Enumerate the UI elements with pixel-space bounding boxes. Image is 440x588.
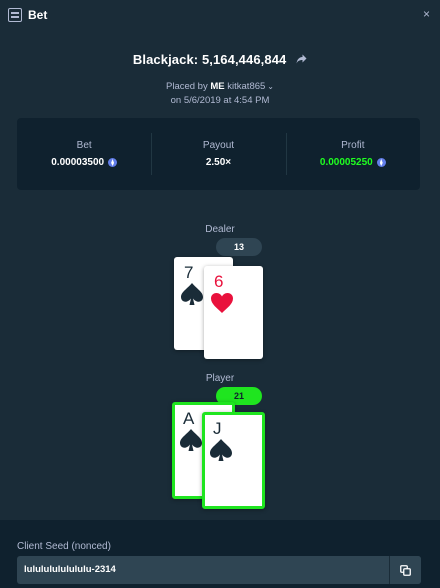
placed-by-prefix: Placed by xyxy=(166,81,208,92)
share-arrow-icon[interactable] xyxy=(296,54,307,67)
profit-value: 0.00005250 xyxy=(319,157,373,168)
card-rank: J xyxy=(213,419,222,438)
modal-header: Bet × xyxy=(0,0,440,30)
stat-bet: Bet 0.00003500 xyxy=(17,131,151,177)
card-rank: A xyxy=(183,409,195,428)
client-seed-value[interactable]: lulululululululu-2314 xyxy=(24,564,116,575)
placed-by: Placed by ME kitkat865 ⌄ xyxy=(0,81,440,92)
bet-value-row: 0.00003500 xyxy=(17,157,151,168)
player-label: Player xyxy=(205,373,235,384)
bet-label: Bet xyxy=(76,140,92,151)
copy-icon xyxy=(400,564,411,576)
chevron-down-icon[interactable]: ⌄ xyxy=(267,82,274,91)
card-rank: 7 xyxy=(184,263,194,282)
eth-coin-icon xyxy=(108,158,118,167)
heart-icon xyxy=(211,293,233,313)
profit-label: Profit xyxy=(341,140,365,151)
player-card-2: J xyxy=(202,412,265,509)
spade-icon xyxy=(180,429,202,451)
bet-stats-panel: Bet 0.00003500 Payout 2.50× Profit 0.000… xyxy=(17,118,420,190)
eth-coin-icon xyxy=(376,158,386,167)
client-seed-field[interactable]: lulululululululu-2314 xyxy=(17,556,421,584)
bet-date: on 5/6/2019 at 4:54 PM xyxy=(170,95,270,106)
spade-icon xyxy=(181,283,203,305)
placed-by-user[interactable]: kitkat865 xyxy=(227,81,265,92)
payout-value: 2.50× xyxy=(205,157,232,168)
dealer-card-2: 6 xyxy=(204,266,263,359)
bet-value: 0.00003500 xyxy=(51,157,105,168)
spade-icon xyxy=(210,439,232,461)
dealer-score-badge: 13 xyxy=(216,238,262,256)
client-seed-label: Client Seed (nonced) xyxy=(17,541,111,552)
game-title-row: Blackjack: 5,164,446,844 xyxy=(0,52,440,67)
close-button[interactable]: × xyxy=(423,7,430,21)
seed-footer: Client Seed (nonced) lulululululululu-23… xyxy=(0,520,440,588)
copy-button[interactable] xyxy=(389,556,421,584)
game-title: Blackjack: 5,164,446,844 xyxy=(132,52,287,67)
stat-profit: Profit 0.00005250 xyxy=(285,131,420,177)
modal-title: Bet xyxy=(28,8,48,22)
dealer-label: Dealer xyxy=(205,224,235,235)
card-rank: 6 xyxy=(214,272,224,291)
payout-label: Payout xyxy=(202,140,235,151)
placed-by-me: ME xyxy=(210,81,225,92)
profit-value-row: 0.00005250 xyxy=(286,157,420,168)
bet-slip-icon xyxy=(8,8,22,22)
stat-payout: Payout 2.50× xyxy=(151,131,285,177)
